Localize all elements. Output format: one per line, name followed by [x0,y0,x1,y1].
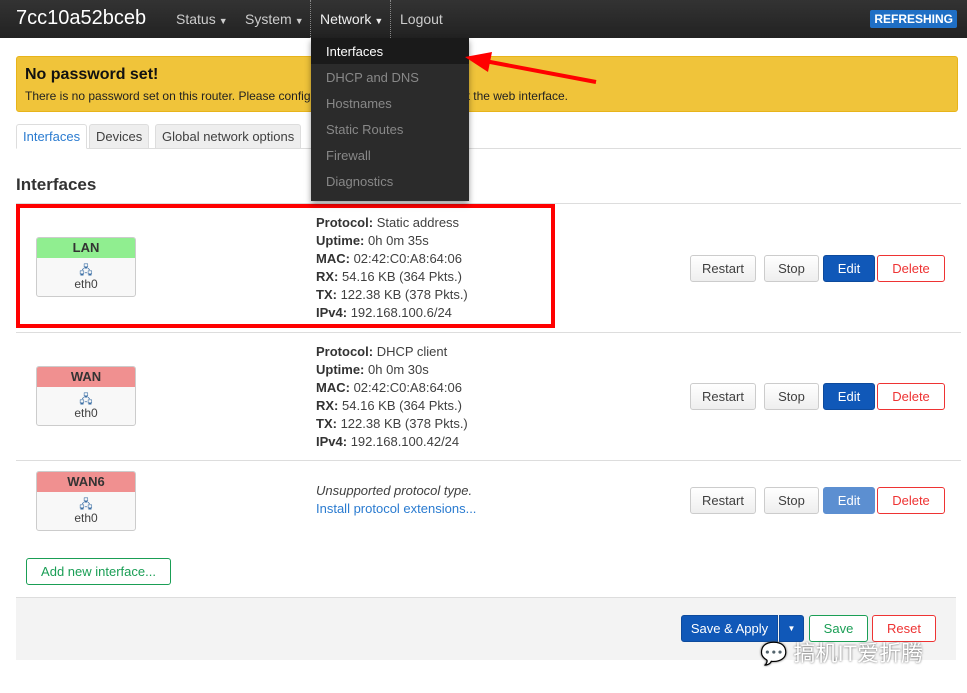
brand[interactable]: 7cc10a52bceb [16,7,146,30]
restart-button[interactable]: Restart [690,255,756,282]
divider [310,0,311,38]
interface-badge: WAN 🖧 eth0 [36,366,136,426]
add-interface-button[interactable]: Add new interface... [26,558,171,585]
menu-item-hostnames[interactable]: Hostnames [311,90,469,116]
menu-item-interfaces[interactable]: Interfaces [311,38,469,64]
unsupported-text: Unsupported protocol type. [316,483,473,498]
menu-logout[interactable]: Logout [400,11,443,27]
interface-badge: WAN6 🖧 eth0 [36,471,136,531]
tab-bar: Interfaces Devices Global network option… [16,124,961,149]
menu-item-firewall[interactable]: Firewall [311,142,469,168]
delete-button[interactable]: Delete [877,487,945,514]
device-name: eth0 [74,406,98,420]
install-extensions-link[interactable]: Install protocol extensions... [316,500,476,518]
menu-system[interactable]: System ▼ [245,11,304,27]
menu-item-dhcp-dns[interactable]: DHCP and DNS [311,64,469,90]
network-dropdown: Interfaces DHCP and DNS Hostnames Static… [311,38,469,201]
menu-item-diagnostics[interactable]: Diagnostics [311,168,469,194]
interface-info: Unsupported protocol type. Install proto… [316,482,476,518]
ethernet-port-icon: 🖧 [79,497,93,511]
delete-button[interactable]: Delete [877,383,945,410]
stop-button[interactable]: Stop [764,383,819,410]
tab-interfaces[interactable]: Interfaces [16,124,88,149]
ethernet-port-icon: 🖧 [79,392,93,406]
tab-global-options[interactable]: Global network options [155,124,302,149]
stop-button[interactable]: Stop [764,255,819,282]
red-arrow-icon [465,52,597,84]
menu-status[interactable]: Status ▼ [176,11,228,27]
tab-devices[interactable]: Devices [89,124,150,149]
interface-row-wan6: WAN6 🖧 eth0 Unsupported protocol type. I… [16,460,961,540]
interface-row-wan: WAN 🖧 eth0 Protocol: DHCP client Uptime:… [16,332,961,460]
page-title: Interfaces [16,175,97,194]
edit-button[interactable]: Edit [823,383,875,410]
stop-button[interactable]: Stop [764,487,819,514]
divider [390,0,391,38]
menu-network[interactable]: Network ▼ [320,11,383,27]
restart-button[interactable]: Restart [690,487,756,514]
edit-button[interactable]: Edit [823,487,875,514]
watermark: 💬 搞机IT爱折腾 [760,641,924,666]
interface-info: Protocol: DHCP client Uptime: 0h 0m 30s … [316,344,468,449]
device-name: eth0 [74,511,98,525]
restart-button[interactable]: Restart [690,383,756,410]
highlight-box [16,204,555,328]
interface-name: WAN6 [37,472,135,492]
refreshing-badge[interactable]: REFRESHING [870,10,957,28]
navbar: 7cc10a52bceb Status ▼ System ▼ Network ▼ Lo… [0,0,967,38]
interface-name: WAN [37,367,135,387]
edit-button[interactable]: Edit [823,255,875,282]
menu-item-static-routes[interactable]: Static Routes [311,116,469,142]
delete-button[interactable]: Delete [877,255,945,282]
